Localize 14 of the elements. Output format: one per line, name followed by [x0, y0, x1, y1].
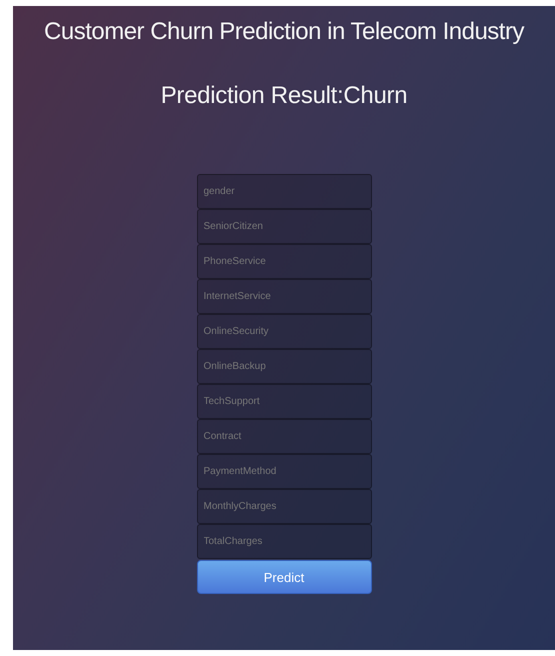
input-field[interactable]: OnlineBackup [196, 349, 372, 384]
input-field[interactable]: PaymentMethod [196, 454, 372, 489]
input-field[interactable]: PhoneService [196, 244, 372, 279]
input-field[interactable]: MonthlyCharges [196, 489, 372, 524]
prediction-result: Prediction Result:Churn [160, 82, 408, 110]
input-field[interactable]: SeniorCitizen [196, 209, 372, 244]
input-field[interactable]: InternetService [196, 279, 372, 314]
input-field[interactable]: TechSupport [196, 384, 372, 419]
input-field[interactable]: TotalCharges [196, 524, 372, 559]
page-title: Customer Churn Prediction in Telecom Industry [44, 18, 524, 46]
input-field[interactable]: OnlineSecurity [196, 314, 372, 349]
predict-button[interactable]: Predict [196, 560, 372, 594]
input-field[interactable]: gender [196, 174, 372, 209]
input-field[interactable]: Contract [196, 419, 372, 454]
